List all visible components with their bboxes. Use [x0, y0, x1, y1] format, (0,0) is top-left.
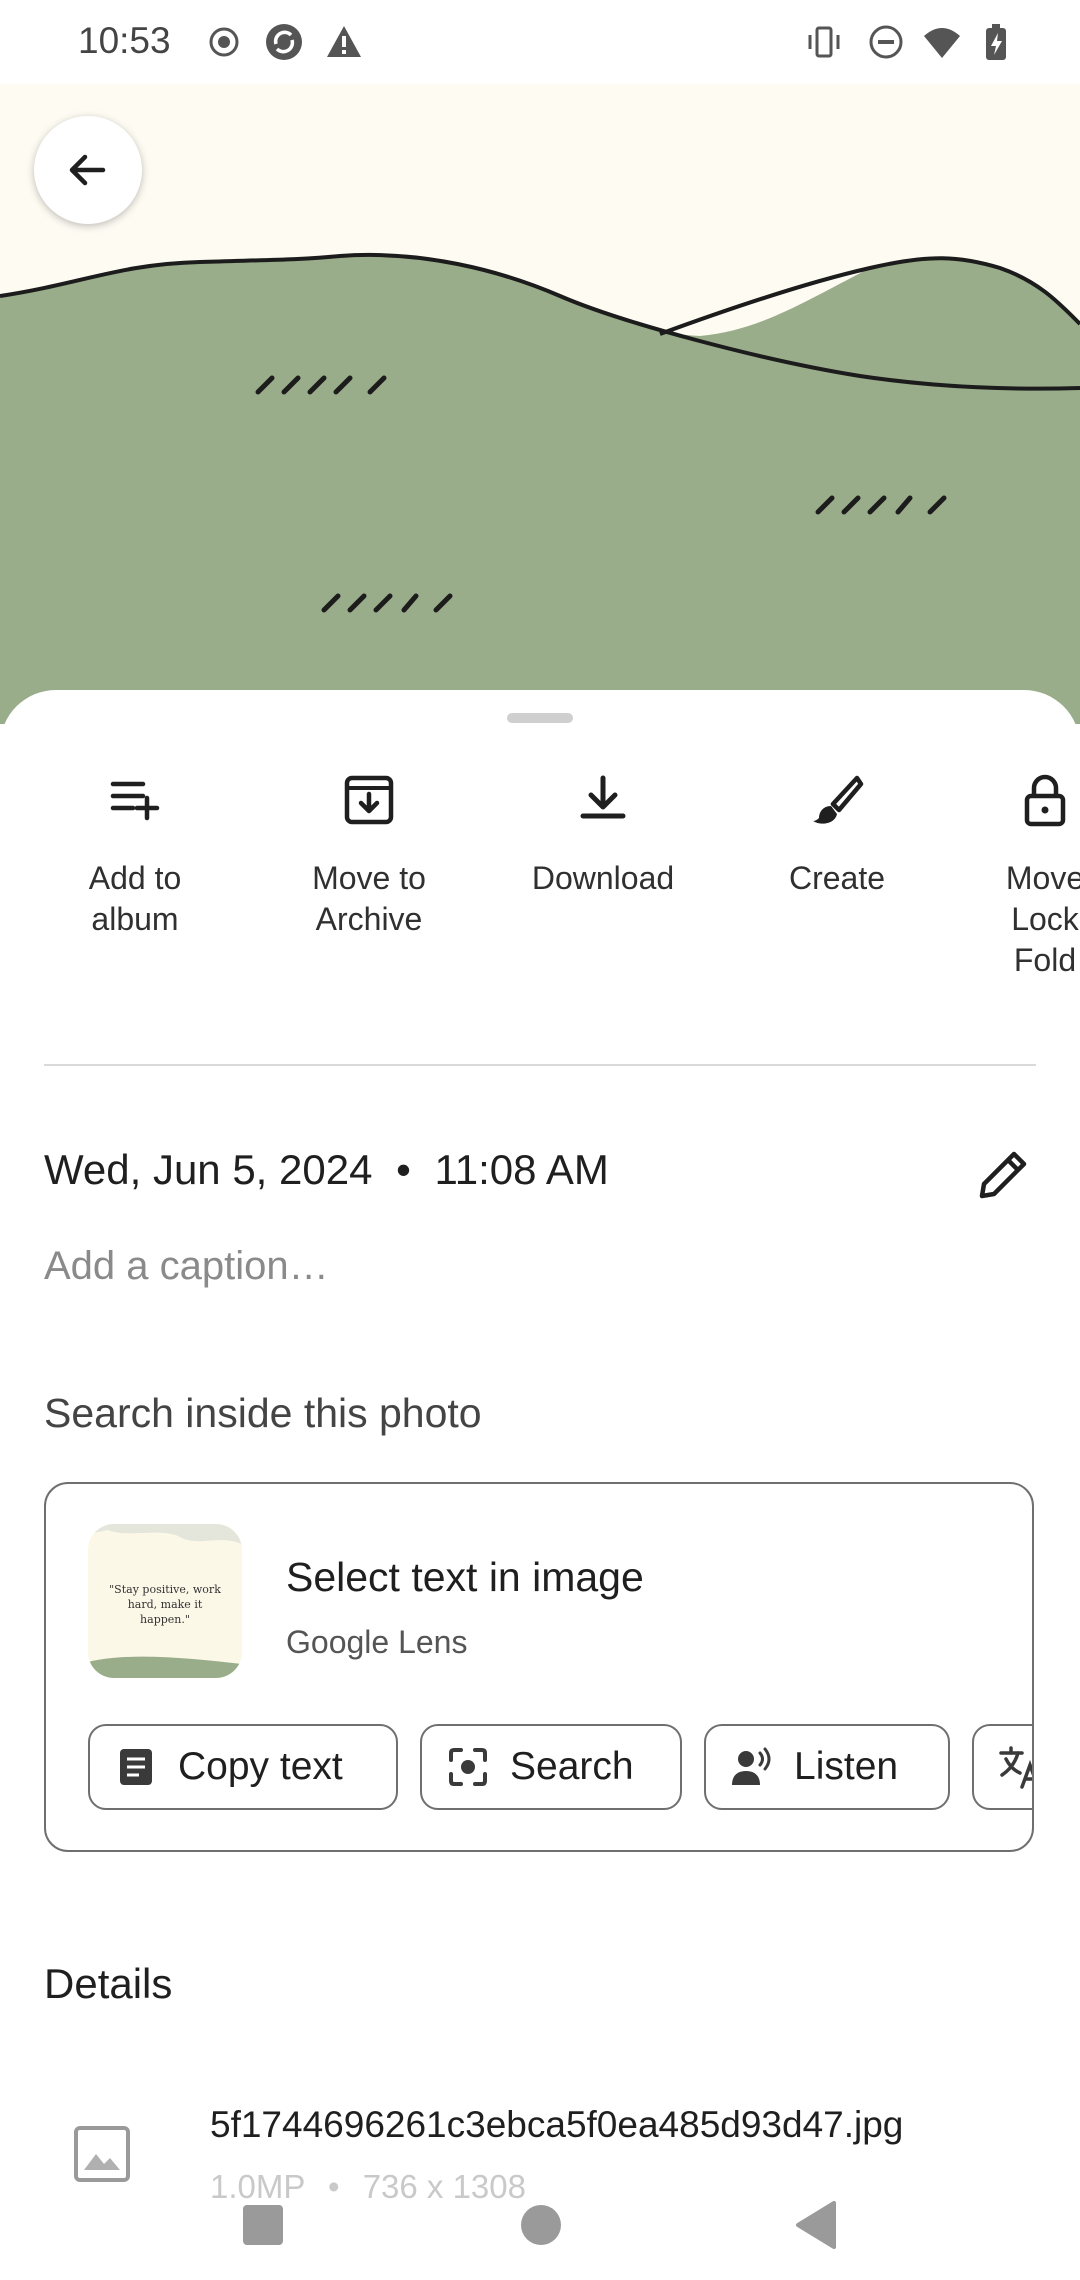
photo-date-time: Wed, Jun 5, 2024 • 11:08 AM	[44, 1146, 609, 1194]
vibrate-icon	[808, 26, 840, 58]
wifi-icon	[924, 28, 960, 58]
speaker-person-icon	[732, 1747, 771, 1785]
move-to-locked-folder-button[interactable]: Move Lock Fold	[930, 760, 1080, 981]
move-to-archive-label: Move to Archive	[312, 860, 426, 937]
date-separator: •	[396, 1146, 411, 1193]
listen-label: Listen	[794, 1745, 899, 1788]
add-to-album-label: Add to album	[88, 860, 182, 937]
divider	[44, 1064, 1036, 1066]
sync-icon	[266, 24, 302, 60]
download-button[interactable]: Download	[488, 760, 718, 899]
photo-time: 11:08 AM	[434, 1146, 609, 1193]
document-text-icon	[120, 1749, 152, 1785]
status-time: 10:53	[78, 20, 171, 61]
move-to-locked-folder-label: Move Lock Fold	[1005, 860, 1080, 978]
google-lens-subtitle: Google Lens	[286, 1624, 468, 1660]
record-icon	[209, 27, 239, 57]
navigation-bar	[0, 2160, 1080, 2280]
back-triangle-icon[interactable]	[794, 2200, 840, 2250]
create-label: Create	[788, 860, 886, 896]
edit-pencil-icon[interactable]	[968, 1140, 1038, 1210]
translate-icon	[999, 1746, 1032, 1789]
thumbnail-quote-text: "Stay positive, work hard, make it happe…	[109, 1583, 221, 1626]
move-to-archive-button[interactable]: Move to Archive	[254, 760, 484, 940]
details-heading: Details	[44, 1960, 173, 2007]
arrow-back-icon	[69, 154, 106, 186]
search-label: Search	[510, 1745, 634, 1788]
warning-icon	[327, 26, 361, 57]
photo-date: Wed, Jun 5, 2024	[44, 1146, 373, 1193]
file-name: 5f1744696261c3ebca5f0ea485d93d47.jpg	[210, 2104, 904, 2145]
drag-handle[interactable]	[507, 713, 573, 723]
translate-chip-clip	[972, 1724, 1032, 1810]
select-text-title[interactable]: Select text in image	[286, 1554, 644, 1601]
lens-search-icon	[449, 1748, 487, 1786]
copy-text-label: Copy text	[178, 1745, 343, 1788]
brush-icon	[813, 775, 864, 824]
translate-chip[interactable]	[972, 1724, 1032, 1810]
do-not-disturb-icon	[869, 25, 903, 59]
create-button[interactable]: Create	[722, 760, 952, 899]
lock-icon	[1024, 774, 1066, 827]
copy-text-chip[interactable]: Copy text	[88, 1724, 398, 1810]
download-label: Download	[531, 860, 675, 896]
download-icon	[580, 775, 626, 819]
back-button[interactable]	[34, 116, 142, 224]
photo-viewer[interactable]	[0, 84, 1080, 724]
search-chip[interactable]: Search	[420, 1724, 682, 1810]
home-circle-icon[interactable]	[518, 2202, 564, 2248]
recents-square-icon[interactable]	[240, 2202, 286, 2248]
status-bar: 10:53	[0, 0, 1080, 84]
add-to-album-button[interactable]: Add to album	[20, 760, 250, 940]
caption-input[interactable]: Add a caption…	[44, 1244, 329, 1289]
listen-chip[interactable]: Listen	[704, 1724, 950, 1810]
playlist-add-icon	[110, 781, 160, 821]
lens-thumbnail: "Stay positive, work hard, make it happe…	[88, 1524, 242, 1678]
search-inside-photo-heading: Search inside this photo	[44, 1390, 482, 1436]
landscape-illustration	[0, 252, 1080, 724]
battery-charging-icon	[986, 24, 1006, 60]
archive-icon	[344, 775, 394, 825]
